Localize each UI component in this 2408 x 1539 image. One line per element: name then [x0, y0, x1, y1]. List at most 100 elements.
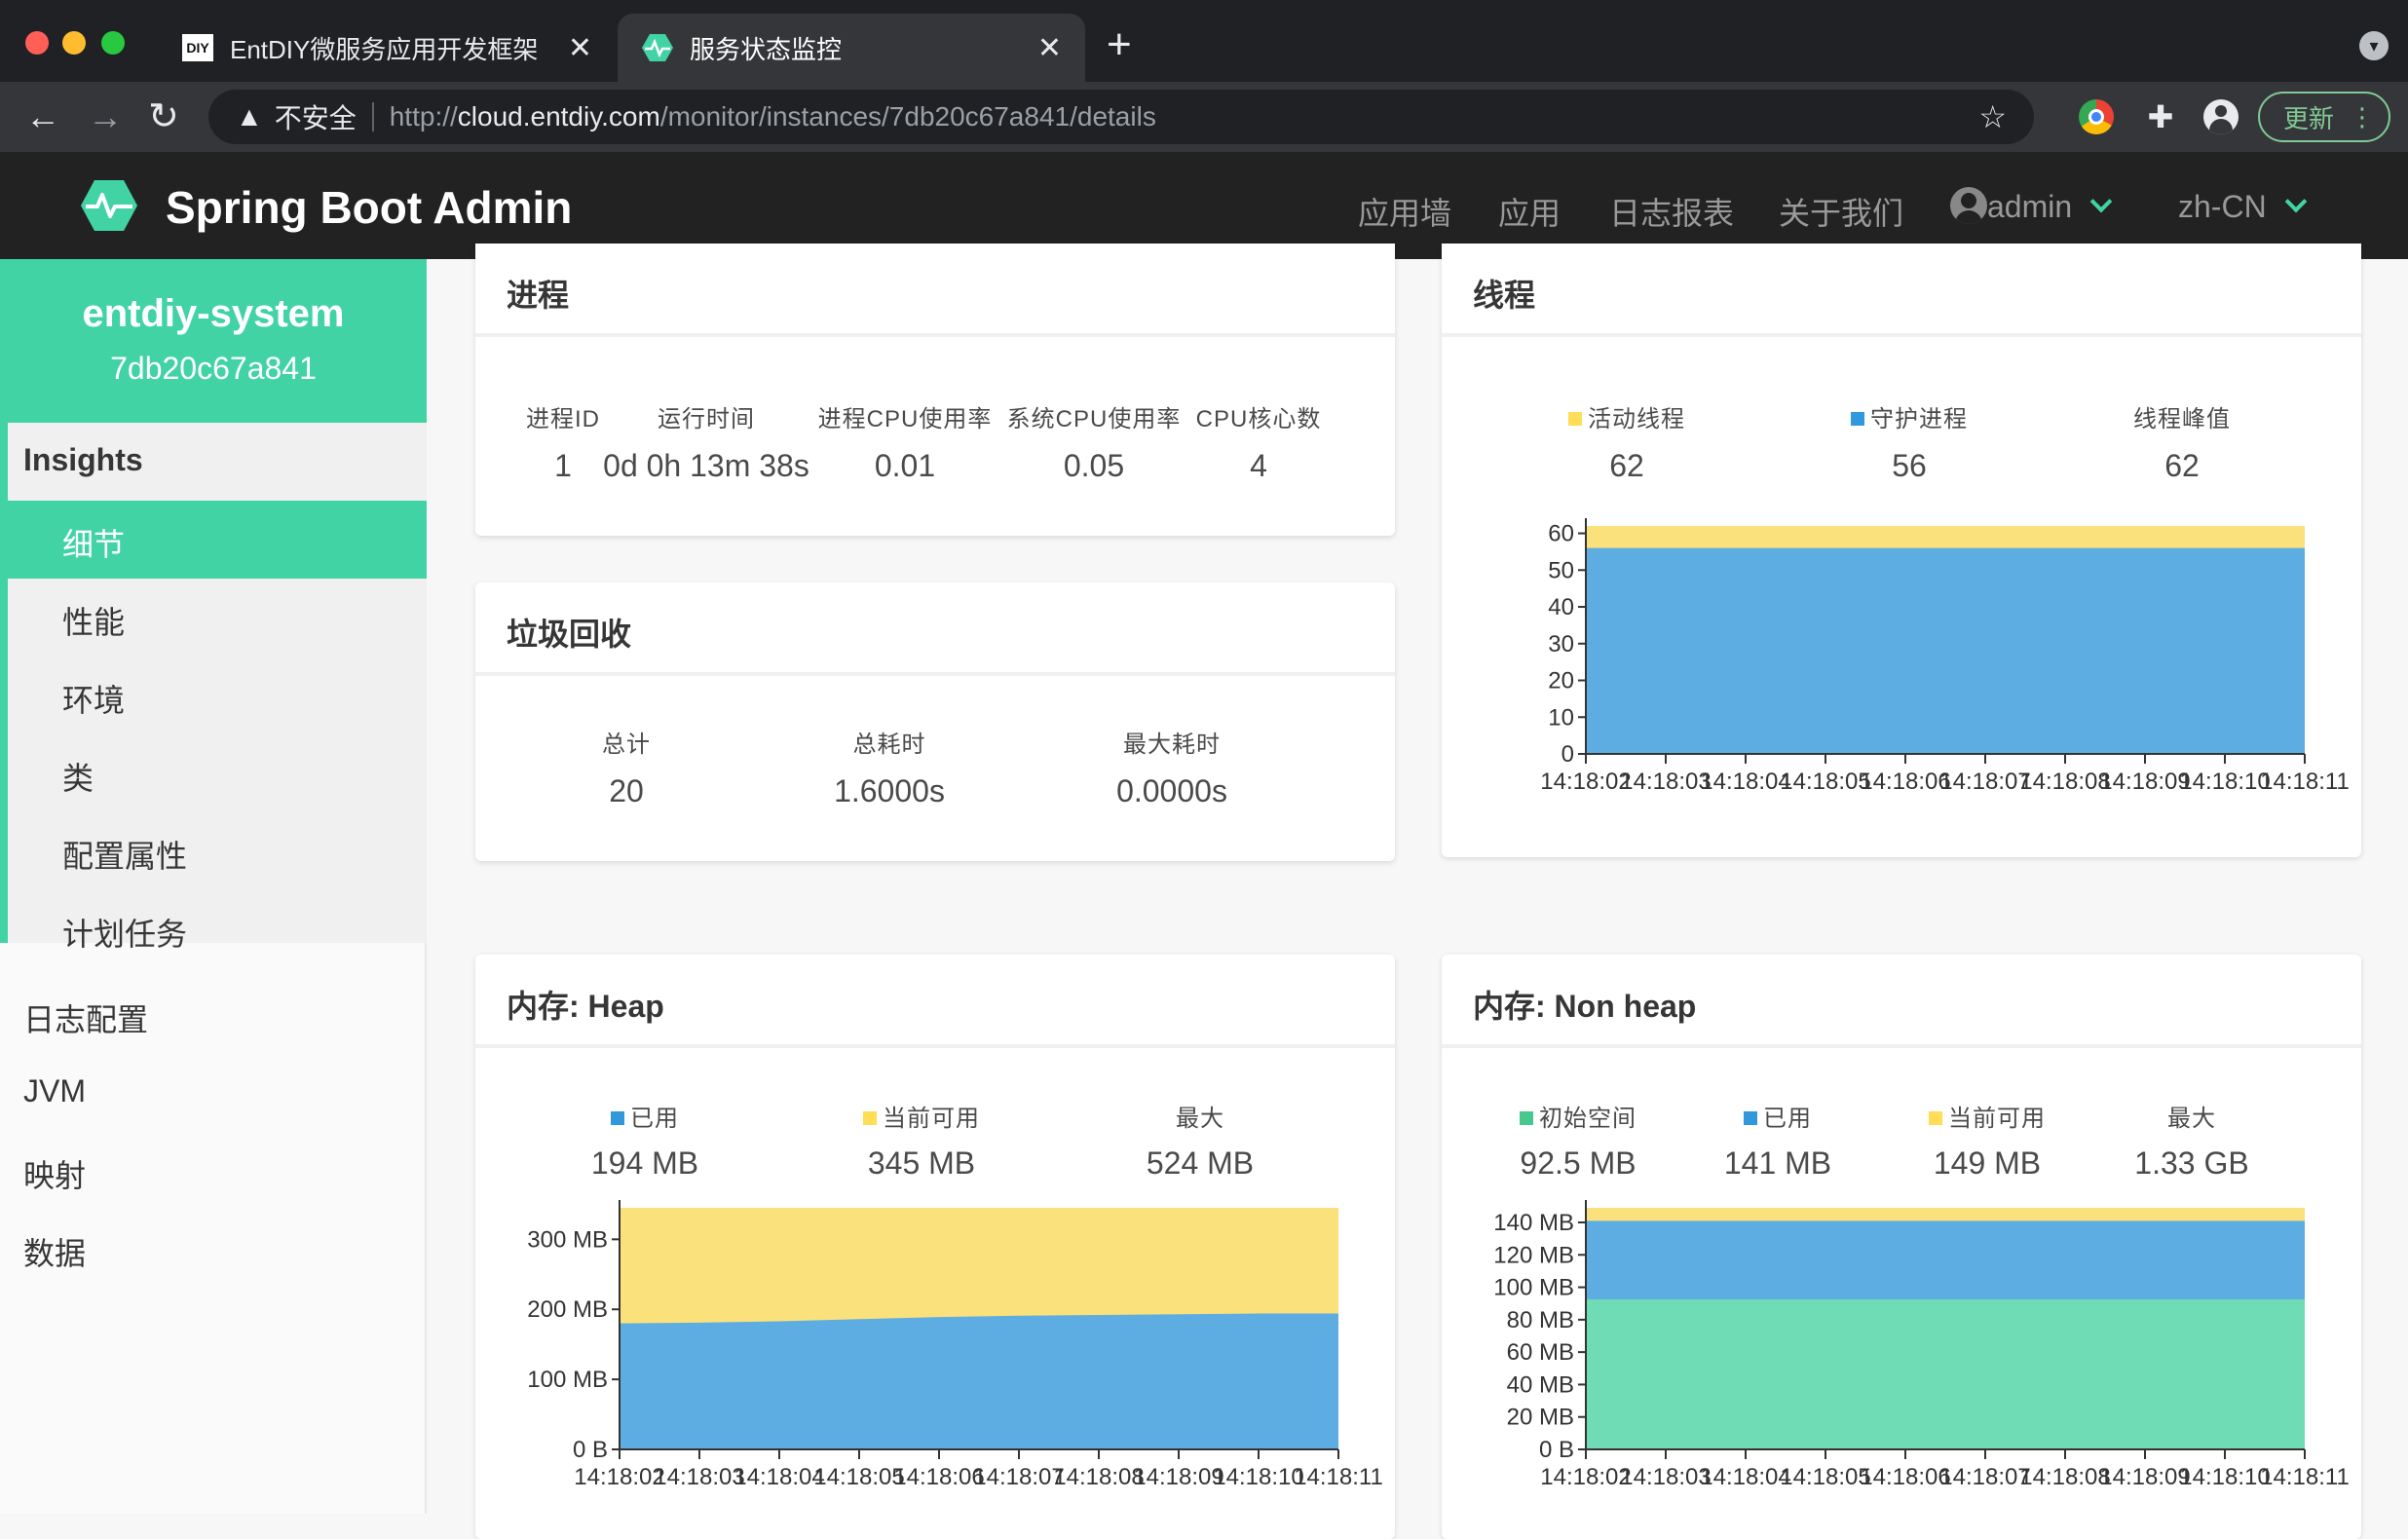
x-tick-label: 14:18:08 [1053, 1464, 1144, 1490]
bookmark-star-icon[interactable]: ☆ [1978, 98, 2007, 135]
sidebar-item-metrics[interactable]: 性能 [62, 598, 125, 643]
y-tick-label: 0 B [1539, 1437, 1574, 1463]
tab-title: EntDIY微服务应用开发框架 [230, 34, 539, 64]
y-tick-label: 20 [1548, 668, 1574, 694]
stat-label: 进程CPU使用率 [817, 406, 993, 432]
stat-label: 当前可用 [883, 1106, 980, 1132]
legend-swatch [611, 1110, 624, 1125]
x-tick-label: 14:18:04 [734, 1464, 824, 1490]
legend-active-threads: 活动线程 [1539, 399, 1714, 433]
sidebar-item-loggers[interactable]: 日志配置 [23, 995, 148, 1040]
legend-used: 已用 [557, 1099, 733, 1133]
sidebar-item-insights[interactable]: Insights [23, 442, 143, 478]
x-tick-label: 14:18:06 [1860, 1464, 1950, 1490]
area-series [1586, 1299, 2305, 1449]
window-close-button[interactable] [25, 31, 49, 55]
diy-logo-icon: DIY [182, 34, 213, 61]
nav-user-menu[interactable]: admin [1950, 186, 2113, 228]
x-tick-label: 14:18:10 [2179, 1464, 2270, 1490]
chevron-down-icon [2284, 190, 2307, 213]
warning-icon: ▲ [236, 101, 263, 131]
stat-value: 194 MB [590, 1145, 699, 1181]
y-tick-label: 40 MB [1507, 1371, 1574, 1398]
stat-label: 运行时间 [658, 406, 755, 432]
y-tick-label: 60 [1548, 521, 1574, 547]
y-tick-label: 100 MB [1493, 1275, 1574, 1301]
reload-icon[interactable]: ↻ [148, 95, 179, 138]
stat-label: 守护进程 [1870, 406, 1968, 432]
heap-chart: 0 B100 MB200 MB300 MB14:18:0214:18:0314:… [527, 1200, 1383, 1490]
y-tick-label: 10 [1548, 704, 1574, 731]
stat-label: 当前可用 [1948, 1106, 2046, 1132]
legend-swatch [863, 1110, 877, 1125]
forward-icon[interactable]: → [88, 95, 123, 138]
x-tick-label: 14:18:02 [574, 1464, 664, 1490]
stat-value: 0d 0h 13m 38s [603, 448, 809, 483]
x-tick-label: 14:18:02 [1540, 1464, 1631, 1490]
profile-avatar-icon[interactable] [2203, 99, 2239, 134]
sidebar-item-configprops[interactable]: 配置属性 [62, 832, 187, 877]
legend-swatch [1520, 1110, 1533, 1125]
window-minimize-button[interactable] [62, 31, 86, 55]
stat-label: 已用 [1763, 1106, 1812, 1132]
browser-tab-entdiy[interactable]: DIY EntDIY微服务应用开发框架 ✕ [158, 14, 616, 82]
legend-swatch [1744, 1110, 1757, 1125]
sidebar-item-environment[interactable]: 环境 [62, 676, 125, 721]
threads-card: 线程 活动线程 62 守护进程 56 线程峰值 62 0 10 20 30 40 50 60… [1442, 244, 2361, 857]
nav-journal[interactable]: 日志报表 [1609, 189, 1734, 234]
x-tick-label: 14:18:08 [2019, 769, 2110, 795]
legend-swatch [1568, 411, 1582, 426]
address-bar[interactable]: ▲ 不安全 http:// cloud.entdiy.com /monitor/… [208, 90, 2034, 144]
divider [1442, 333, 2361, 337]
card-title: 内存: Heap [507, 989, 664, 1024]
sidebar-item-mappings[interactable]: 映射 [23, 1151, 86, 1196]
nav-wallboard[interactable]: 应用墙 [1358, 189, 1451, 234]
area-series [620, 1313, 1338, 1449]
url-path: /monitor/instances/7db20c67a841/details [659, 101, 1156, 131]
sidebar-item-scheduledtasks[interactable]: 计划任务 [62, 910, 187, 955]
card-title: 垃圾回收 [507, 617, 632, 652]
divider [475, 672, 1395, 676]
legend-committed: 当前可用 [824, 1099, 1019, 1133]
extensions-puzzle-icon[interactable]: ✚ [2143, 99, 2178, 134]
divider [371, 102, 374, 131]
legend-swatch [1851, 411, 1864, 426]
new-tab-button[interactable]: + [1107, 23, 1132, 66]
legend-daemon-threads: 守护进程 [1822, 399, 1997, 433]
nav-applications[interactable]: 应用 [1498, 189, 1561, 234]
stat-value: 56 [1892, 448, 1927, 483]
x-tick-label: 14:18:11 [2260, 1464, 2350, 1490]
stat-label: CPU核心数 [1195, 406, 1322, 432]
y-tick-label: 120 MB [1493, 1242, 1574, 1268]
update-label: 更新 [2283, 103, 2335, 133]
insights-group: Insights 细节 性能 环境 类 配置属性 计划任务 [0, 423, 427, 952]
stat-value: 345 MB [867, 1145, 976, 1181]
legend-used: 已用 [1705, 1099, 1851, 1133]
back-icon[interactable]: ← [25, 95, 60, 138]
stat-value: 4 [1250, 448, 1267, 483]
x-tick-label: 14:18:11 [1294, 1464, 1383, 1490]
x-tick-label: 14:18:06 [893, 1464, 984, 1490]
nav-about[interactable]: 关于我们 [1779, 189, 1903, 234]
browser-tab-monitor[interactable]: 服务状态监控 ✕ [618, 14, 1085, 82]
stat-value: 1 [554, 448, 572, 483]
x-tick-label: 14:18:04 [1700, 1464, 1790, 1490]
user-name: admin [1987, 189, 2073, 224]
chrome-extension-icon[interactable] [2079, 99, 2114, 134]
nav-language-menu[interactable]: zh-CN [2178, 189, 2307, 225]
sidebar-item-details[interactable]: 细节 [8, 501, 427, 579]
brand-title[interactable]: Spring Boot Admin [166, 181, 572, 234]
heap-card: 内存: Heap 已用 194 MB 当前可用 345 MB 最大 524 MB… [475, 955, 1395, 1539]
stat-label: 初始空间 [1539, 1106, 1637, 1132]
close-tab-icon[interactable]: ✕ [568, 31, 592, 65]
sidebar-item-beans[interactable]: 类 [62, 754, 94, 799]
tab-search-icon[interactable]: ▾ [2359, 31, 2389, 60]
window-zoom-button[interactable] [101, 31, 125, 55]
stat-value: 141 MB [1723, 1145, 1832, 1181]
y-tick-label: 0 B [573, 1437, 608, 1463]
close-tab-icon[interactable]: ✕ [1037, 31, 1062, 65]
sidebar-item-jvm[interactable]: JVM [23, 1073, 86, 1109]
browser-update-button[interactable]: 更新 ⋮ [2258, 92, 2390, 142]
kebab-menu-icon[interactable]: ⋮ [2350, 102, 2375, 132]
sidebar-item-data[interactable]: 数据 [23, 1229, 86, 1274]
